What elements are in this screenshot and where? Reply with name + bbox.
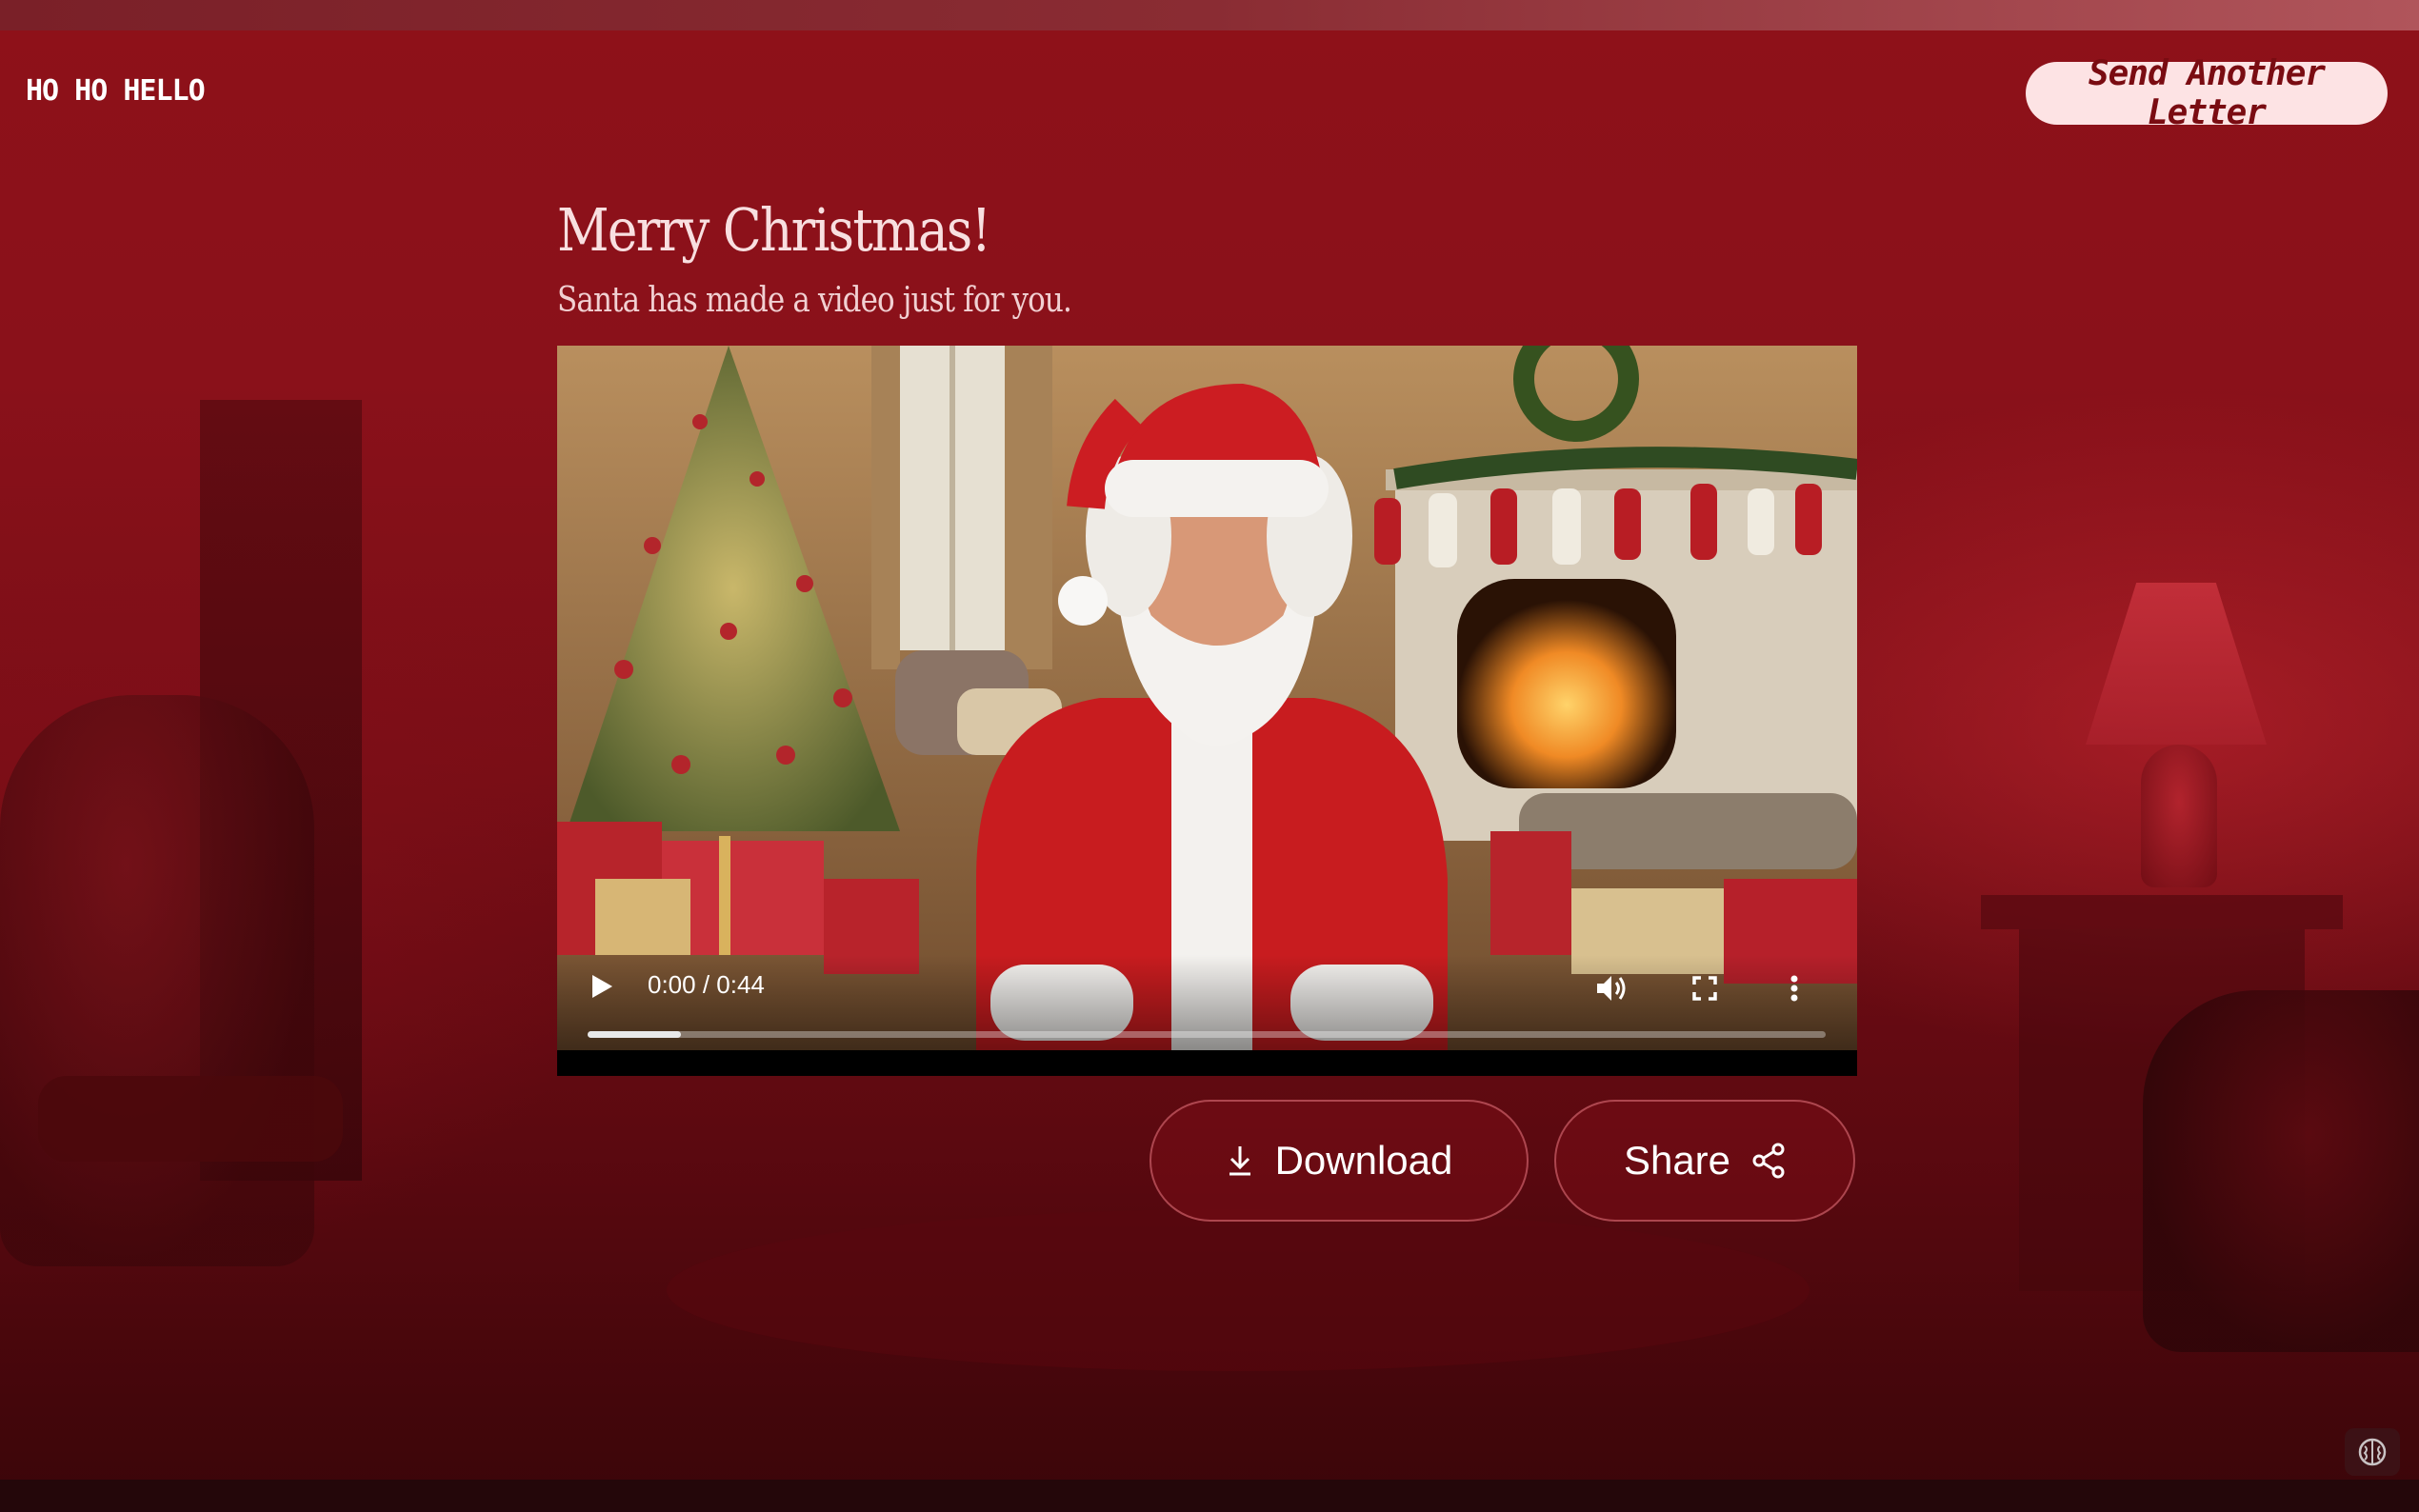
share-icon [1752,1143,1785,1179]
share-label: Share [1623,1138,1731,1183]
background-lamp-shade [2086,583,2267,745]
background-lamp-base [2141,745,2217,887]
page: HO HO HELLO Send Another Letter Merry Ch… [0,0,2419,1512]
fullscreen-button[interactable] [1679,963,1730,1014]
download-icon [1229,1146,1250,1176]
page-subtitle: Santa has made a video just for you. [557,281,1072,320]
volume-button[interactable] [1586,963,1637,1014]
background-armchair [0,695,314,1266]
brain-icon[interactable] [2345,1428,2400,1476]
play-icon [592,975,612,998]
video-progress-bar[interactable] [588,1031,1826,1038]
more-options-icon [1790,975,1798,1002]
video-bottom-edge [557,1050,1857,1076]
page-title: Merry Christmas! [557,195,991,265]
download-button[interactable]: Download [1150,1100,1529,1222]
play-button[interactable] [578,963,626,1010]
send-another-letter-button[interactable]: Send Another Letter [2026,54,2388,132]
background-right-chair [2143,990,2419,1352]
site-logo[interactable]: HO HO HELLO [26,74,206,108]
background-rug [667,1209,1809,1371]
download-label: Download [1274,1138,1453,1183]
video-progress-fill [588,1031,681,1038]
video-time-display: 0:00 / 0:44 [648,970,765,999]
bottom-strip [0,1480,2419,1512]
background-armchair-seat [38,1076,343,1162]
santa-video-player[interactable]: 0:00 / 0:44 [557,346,1857,1076]
fullscreen-icon [1692,976,1717,1001]
background-side-table [1981,895,2343,929]
browser-top-strip [0,0,2419,30]
more-options-button[interactable] [1769,963,1820,1014]
share-button[interactable]: Share [1554,1100,1855,1222]
brain-icon-glyph [2358,1438,2387,1466]
volume-icon [1597,976,1626,1001]
